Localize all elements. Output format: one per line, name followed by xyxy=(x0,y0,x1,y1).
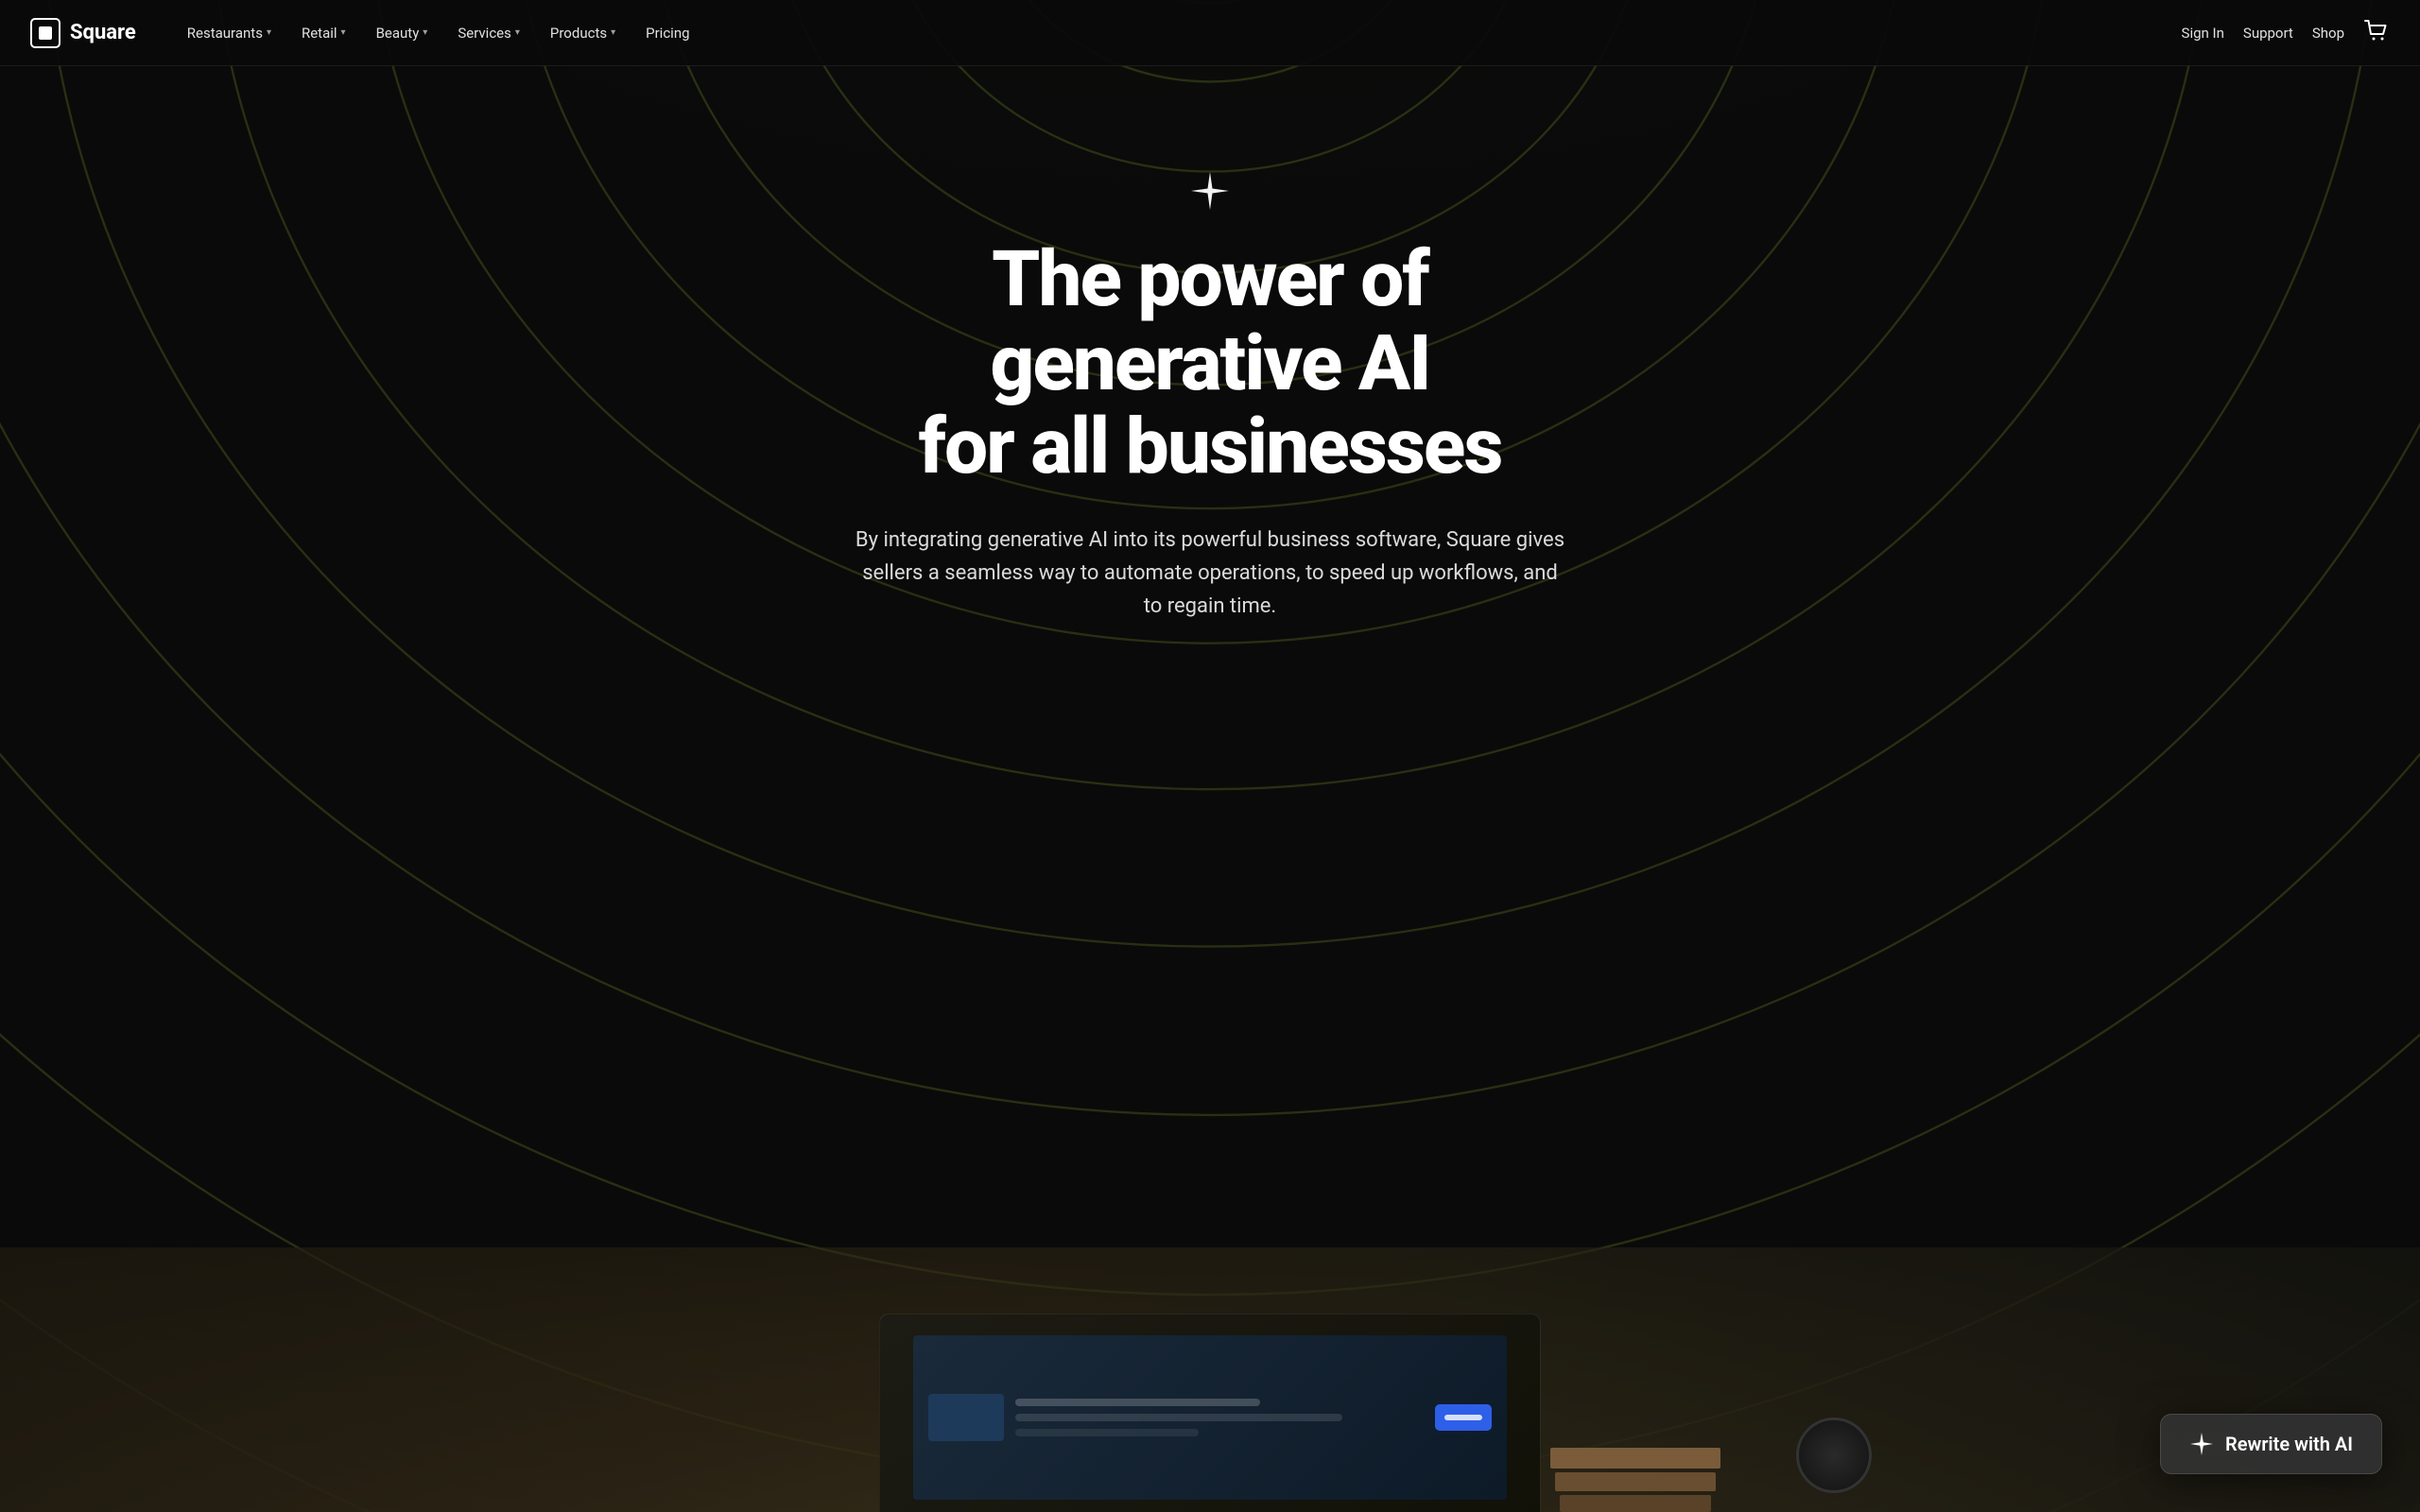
chevron-down-icon: ▾ xyxy=(611,27,615,38)
brand-logo[interactable]: Square xyxy=(30,18,136,48)
camera-object xyxy=(1796,1418,1872,1493)
nav-item-products[interactable]: Products ▾ xyxy=(537,17,629,49)
rewrite-ai-button[interactable]: Rewrite with AI xyxy=(2160,1414,2382,1474)
desk-items xyxy=(1541,1342,1730,1512)
nav-item-pricing[interactable]: Pricing xyxy=(632,17,702,49)
laptop-mockup xyxy=(879,1314,1541,1512)
cart-icon[interactable] xyxy=(2363,18,2390,48)
nav-item-retail[interactable]: Retail ▾ xyxy=(288,17,359,49)
nav-support[interactable]: Support xyxy=(2243,25,2293,42)
chevron-down-icon: ▾ xyxy=(341,27,346,38)
hero-title: The power of generative AI for all busin… xyxy=(822,238,1598,490)
nav-item-restaurants[interactable]: Restaurants ▾ xyxy=(174,17,285,49)
nav-item-services[interactable]: Services ▾ xyxy=(444,17,533,49)
nav-menu: Restaurants ▾ Retail ▾ Beauty ▾ Services… xyxy=(174,17,2182,49)
chevron-down-icon: ▾ xyxy=(267,27,271,38)
nav-sign-in[interactable]: Sign In xyxy=(2182,25,2224,42)
chevron-down-icon: ▾ xyxy=(423,27,427,38)
nav-right: Sign In Support Shop xyxy=(2182,18,2390,48)
hero-subtitle: By integrating generative AI into its po… xyxy=(851,524,1569,624)
laptop-screen xyxy=(913,1335,1507,1500)
brand-name: Square xyxy=(70,21,136,44)
hero-content: The power of generative AI for all busin… xyxy=(785,170,1635,679)
hero-star-icon xyxy=(822,170,1598,212)
hero-section: The power of generative AI for all busin… xyxy=(0,0,2420,1512)
sparkle-star-icon xyxy=(2189,1432,2214,1456)
nav-item-beauty[interactable]: Beauty ▾ xyxy=(363,17,441,49)
rewrite-ai-label: Rewrite with AI xyxy=(2225,1433,2353,1455)
nav-shop[interactable]: Shop xyxy=(2312,25,2344,42)
chevron-down-icon: ▾ xyxy=(515,27,520,38)
navigation: Square Restaurants ▾ Retail ▾ Beauty ▾ S… xyxy=(0,0,2420,66)
logo-icon xyxy=(30,18,60,48)
hero-image-area xyxy=(0,1247,2420,1512)
